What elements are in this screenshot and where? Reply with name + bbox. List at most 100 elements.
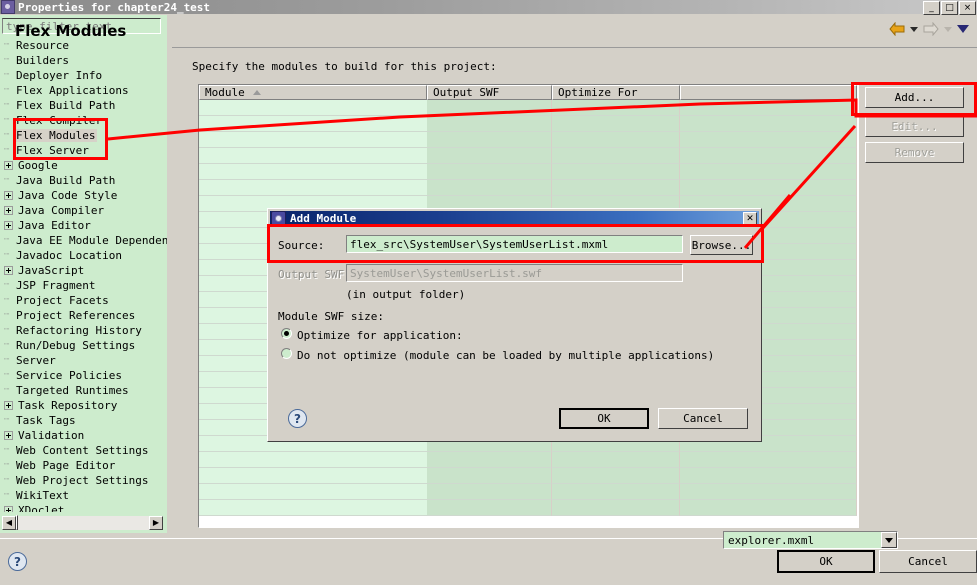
back-history-chevron-down-icon[interactable] (910, 26, 918, 32)
properties-window-icon (1, 0, 15, 14)
sidebar-item-project-references[interactable]: ┈ Project References (0, 308, 167, 323)
table-row[interactable] (199, 500, 858, 516)
scroll-right-arrow-icon[interactable]: ▶ (149, 515, 163, 530)
column-header-blank[interactable] (680, 85, 857, 100)
sort-ascending-icon (252, 90, 261, 95)
chevron-down-icon[interactable] (881, 532, 897, 548)
table-cell (199, 500, 427, 516)
forward-history-chevron-down-icon[interactable] (944, 26, 952, 32)
dialog-help-icon[interactable]: ? (288, 409, 307, 428)
expand-icon[interactable] (4, 161, 13, 170)
sidebar-item-java-compiler[interactable]: Java Compiler (0, 203, 167, 218)
maximize-button[interactable]: □ (941, 1, 958, 15)
sidebar-item-deployer-info[interactable]: ┈ Deployer Info (0, 68, 167, 83)
table-row[interactable] (199, 468, 858, 484)
sidebar-item-task-tags[interactable]: ┈ Task Tags (0, 413, 167, 428)
expand-icon[interactable] (4, 506, 13, 512)
source-input[interactable]: flex_src\SystemUser\SystemUserList.mxml (346, 235, 683, 253)
sidebar-item-label: Run/Debug Settings (16, 339, 136, 352)
table-cell (199, 148, 427, 164)
sidebar-item-run-debug-settings[interactable]: ┈ Run/Debug Settings (0, 338, 167, 353)
sidebar-item-label: Refactoring History (16, 324, 142, 337)
tree-horizontal-scrollbar[interactable]: ◀ ▶ (2, 514, 163, 530)
sidebar-item-google[interactable]: Google (0, 158, 167, 173)
sidebar-item-flex-server[interactable]: ┈ Flex Server (0, 143, 167, 158)
table-row[interactable] (199, 100, 858, 116)
forward-arrow-icon[interactable] (923, 22, 939, 36)
table-cell (552, 132, 680, 148)
table-row[interactable] (199, 452, 858, 468)
expand-icon[interactable] (4, 431, 13, 440)
table-cell (552, 100, 680, 116)
table-cell (552, 452, 680, 468)
sidebar-item-javascript[interactable]: JavaScript (0, 263, 167, 278)
dialog-title: Add Module (290, 212, 357, 225)
sidebar-item-java-ee-module-dependenc[interactable]: ┈ Java EE Module Dependenc (0, 233, 167, 248)
table-cell (427, 468, 552, 484)
sidebar-item-flex-modules[interactable]: ┈ Flex Modules (0, 128, 167, 143)
browse-button[interactable]: Browse... (690, 235, 753, 255)
do-not-optimize-radio[interactable] (281, 348, 292, 359)
expand-icon[interactable] (4, 191, 13, 200)
sidebar-item-flex-compiler[interactable]: ┈ Flex Compiler (0, 113, 167, 128)
table-row[interactable] (199, 132, 858, 148)
expand-icon[interactable] (4, 266, 13, 275)
expand-icon[interactable] (4, 221, 13, 230)
sidebar-item-web-page-editor[interactable]: ┈ Web Page Editor (0, 458, 167, 473)
sidebar-item-web-content-settings[interactable]: ┈ Web Content Settings (0, 443, 167, 458)
ok-button[interactable]: OK (777, 550, 875, 573)
sidebar-item-jsp-fragment[interactable]: ┈ JSP Fragment (0, 278, 167, 293)
close-button[interactable]: × (959, 1, 976, 15)
expand-icon[interactable] (4, 206, 13, 215)
sidebar-item-java-build-path[interactable]: ┈ Java Build Path (0, 173, 167, 188)
application-select[interactable]: explorer.mxml (723, 531, 898, 549)
sidebar-item-service-policies[interactable]: ┈ Service Policies (0, 368, 167, 383)
table-row[interactable] (199, 180, 858, 196)
sidebar-item-label: Targeted Runtimes (16, 384, 129, 397)
scroll-thumb[interactable] (16, 514, 18, 530)
add-button[interactable]: Add... (865, 87, 964, 108)
sidebar-item-server[interactable]: ┈ Server (0, 353, 167, 368)
tree-branch-icon: ┈ (4, 145, 9, 155)
sidebar-item-project-facets[interactable]: ┈ Project Facets (0, 293, 167, 308)
dialog-cancel-button[interactable]: Cancel (658, 408, 748, 429)
column-header-module[interactable]: Module (199, 85, 427, 100)
minimize-button[interactable]: _ (923, 1, 940, 15)
sidebar-item-targeted-runtimes[interactable]: ┈ Targeted Runtimes (0, 383, 167, 398)
tree-branch-icon: ┈ (4, 40, 9, 50)
dialog-ok-button[interactable]: OK (559, 408, 649, 429)
sidebar-item-javadoc-location[interactable]: ┈ Javadoc Location (0, 248, 167, 263)
table-row[interactable] (199, 148, 858, 164)
column-header-output-swf[interactable]: Output SWF (427, 85, 552, 100)
output-folder-note: (in output folder) (346, 288, 466, 301)
sidebar-item-web-project-settings[interactable]: ┈ Web Project Settings (0, 473, 167, 488)
sidebar-item-resource[interactable]: ┈ Resource (0, 38, 167, 53)
table-row[interactable] (199, 116, 858, 132)
scroll-left-arrow-icon[interactable]: ◀ (2, 515, 16, 530)
more-chevron-down-icon[interactable] (957, 25, 969, 33)
module-swf-size-label: Module SWF size: (278, 310, 384, 323)
sidebar-item-flex-applications[interactable]: ┈ Flex Applications (0, 83, 167, 98)
sidebar-item-validation[interactable]: Validation (0, 428, 167, 443)
column-header-optimize-for[interactable]: Optimize For (552, 85, 680, 100)
expand-icon[interactable] (4, 401, 13, 410)
sidebar-item-builders[interactable]: ┈ Builders (0, 53, 167, 68)
sidebar-item-flex-build-path[interactable]: ┈ Flex Build Path (0, 98, 167, 113)
scroll-track[interactable] (16, 514, 149, 530)
back-arrow-icon[interactable] (889, 22, 905, 36)
sidebar-item-wikitext[interactable]: ┈ WikiText (0, 488, 167, 503)
sidebar-item-refactoring-history[interactable]: ┈ Refactoring History (0, 323, 167, 338)
table-row[interactable] (199, 164, 858, 180)
settings-tree-pane: type filter text ┈ Resource ┈ Builders ┈ Depl… (0, 15, 167, 533)
table-row[interactable] (199, 484, 858, 500)
sidebar-item-task-repository[interactable]: Task Repository (0, 398, 167, 413)
sidebar-item-java-code-style[interactable]: Java Code Style (0, 188, 167, 203)
help-icon[interactable]: ? (8, 552, 27, 571)
cancel-button[interactable]: Cancel (879, 550, 977, 573)
sidebar-item-xdoclet[interactable]: XDoclet (0, 503, 167, 512)
dialog-close-button[interactable]: ✕ (743, 212, 757, 225)
sidebar-item-java-editor[interactable]: Java Editor (0, 218, 167, 233)
table-cell (680, 100, 857, 116)
settings-tree[interactable]: ┈ Resource ┈ Builders ┈ Deployer Info ┈ Flex Ap… (0, 38, 167, 512)
optimize-for-application-radio[interactable] (281, 328, 292, 339)
